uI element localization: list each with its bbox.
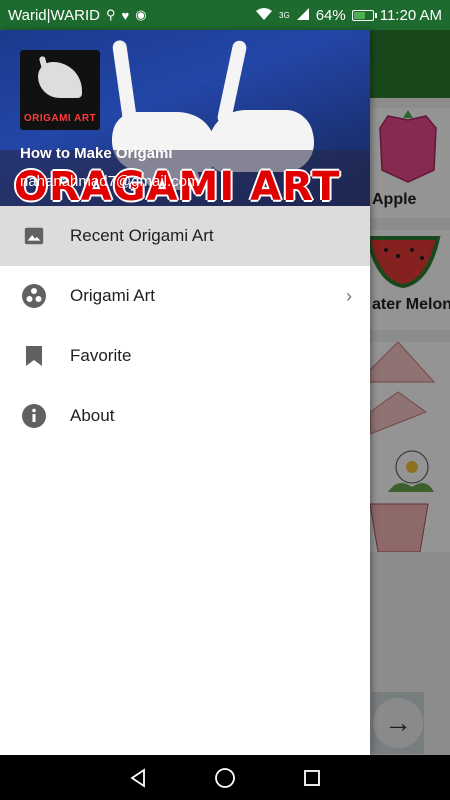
home-circle-icon bbox=[215, 767, 235, 788]
bookmark-icon bbox=[22, 344, 46, 368]
health-icon: ♥ bbox=[121, 7, 130, 23]
carrier-text: Warid|WARID bbox=[8, 6, 100, 24]
recents-square-icon bbox=[303, 769, 320, 786]
info-icon bbox=[22, 404, 46, 428]
menu-item-label: Favorite bbox=[70, 346, 132, 365]
messenger-icon: ◉ bbox=[135, 7, 147, 22]
recents-button[interactable] bbox=[299, 765, 325, 791]
signal-icon bbox=[296, 7, 310, 24]
logo-swan-icon bbox=[38, 62, 82, 98]
usb-icon: ⚲ bbox=[105, 7, 116, 22]
menu-item-origami-art[interactable]: Origami Art › bbox=[0, 266, 370, 326]
system-nav-bar bbox=[0, 755, 450, 800]
menu-item-recent-origami-art[interactable]: Recent Origami Art bbox=[0, 206, 370, 266]
menu-item-label: Recent Origami Art bbox=[70, 226, 214, 245]
category-icon bbox=[22, 284, 46, 308]
status-bar: Warid|WARID ⚲ ♥ ◉ 3G 64% 11:20 AM bbox=[0, 0, 450, 30]
battery-percent: 64% bbox=[315, 6, 346, 24]
menu-item-label: Origami Art bbox=[70, 286, 156, 305]
chevron-right-icon: › bbox=[346, 285, 352, 306]
app-logo: ORIGAMI ART bbox=[20, 50, 100, 130]
image-icon bbox=[22, 224, 46, 248]
menu-item-favorite[interactable]: Favorite bbox=[0, 326, 370, 386]
account-email: nahanahmad7@gmail.com bbox=[20, 173, 200, 190]
app-name: How to Make Origami bbox=[20, 145, 173, 162]
back-triangle-icon bbox=[130, 767, 146, 788]
battery-icon bbox=[351, 9, 377, 21]
logo-text: ORIGAMI ART bbox=[23, 113, 97, 124]
menu-item-label: About bbox=[70, 406, 115, 425]
home-button[interactable] bbox=[212, 765, 238, 791]
swan-image bbox=[111, 39, 139, 131]
back-button[interactable] bbox=[125, 765, 151, 791]
navigation-drawer: ORIGAMI ART ORAGAMI ART How to Make Orig… bbox=[0, 30, 370, 755]
menu-item-about[interactable]: About bbox=[0, 386, 370, 446]
wifi-icon bbox=[255, 7, 273, 24]
clock: 11:20 AM bbox=[379, 6, 442, 24]
drawer-header: ORIGAMI ART ORAGAMI ART How to Make Orig… bbox=[0, 30, 370, 206]
drawer-menu: Recent Origami Art Origami Art › Favorit… bbox=[0, 206, 370, 446]
network-type-label: 3G bbox=[279, 10, 290, 20]
